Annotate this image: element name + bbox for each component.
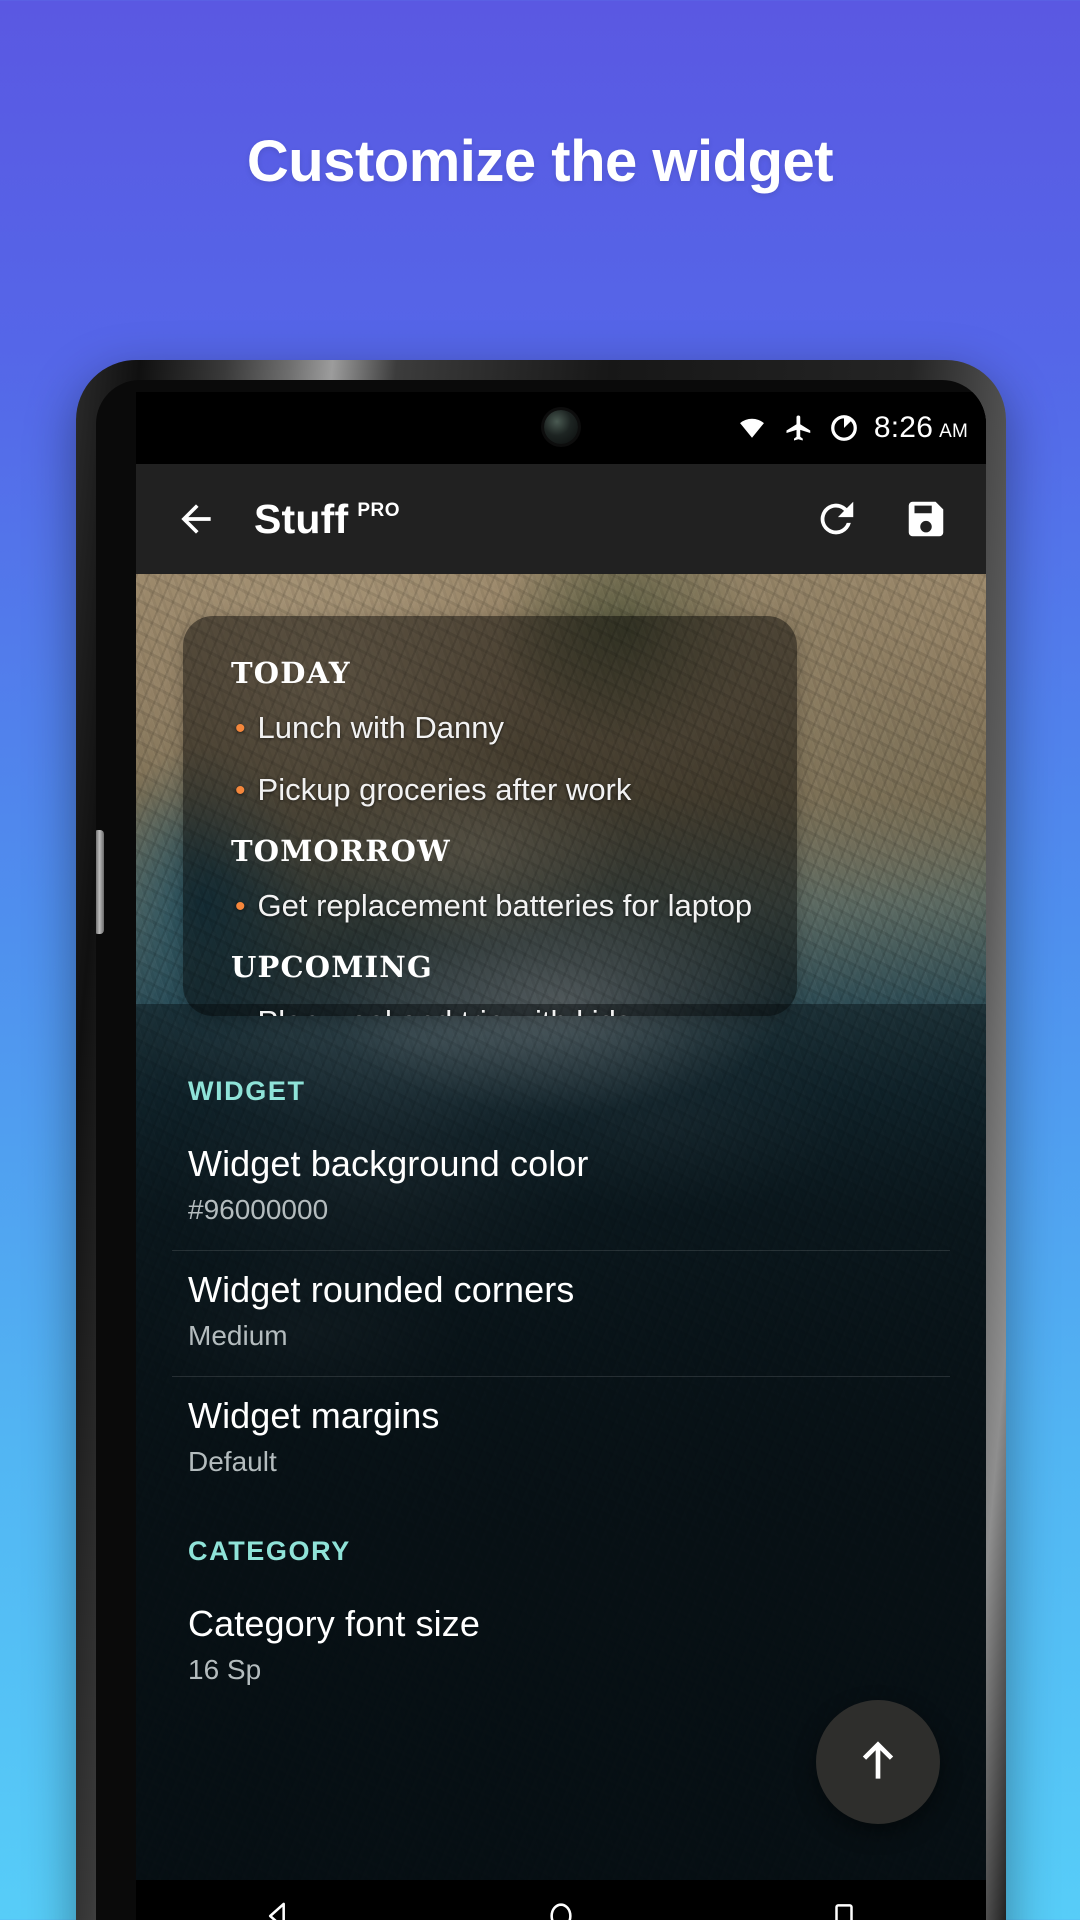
setting-value: Default bbox=[188, 1446, 277, 1477]
widget-group-header: TOMORROW bbox=[231, 834, 451, 868]
setting-title: Widget background color bbox=[188, 1143, 589, 1184]
clock-ampm: AM bbox=[939, 421, 968, 442]
setting-value: Medium bbox=[188, 1320, 288, 1351]
front-camera-icon bbox=[544, 410, 578, 444]
airplane-mode-icon bbox=[784, 413, 814, 443]
setting-row-widget-background-color[interactable]: Widget background color #96000000 bbox=[136, 1125, 986, 1250]
bullet-icon: • bbox=[235, 890, 246, 923]
status-bar: 8:26 AM bbox=[136, 392, 986, 464]
phone-mockup: 8:26 AM Stuff PRO TODAY • Lunch with Dan… bbox=[76, 360, 1006, 1920]
clock-time: 8:26 bbox=[873, 411, 934, 444]
android-back-button[interactable] bbox=[233, 1880, 323, 1920]
bullet-icon: • bbox=[235, 712, 246, 745]
widget-task-label: Pickup groceries after work bbox=[257, 772, 632, 807]
save-icon[interactable] bbox=[894, 487, 958, 551]
battery-circle-icon bbox=[829, 413, 859, 443]
page-title: Customize the widget bbox=[246, 129, 834, 194]
setting-row-category-font-size[interactable]: Category font size 16 Sp bbox=[136, 1585, 986, 1710]
status-bar-clock: 8:26 AM bbox=[874, 411, 968, 445]
setting-row-widget-rounded-corners[interactable]: Widget rounded corners Medium bbox=[136, 1251, 986, 1376]
phone-screen: 8:26 AM Stuff PRO TODAY • Lunch with Dan… bbox=[136, 392, 986, 1920]
setting-row-widget-margins[interactable]: Widget margins Default bbox=[136, 1377, 986, 1502]
widget-task-item: • Pickup groceries after work bbox=[235, 772, 797, 808]
android-home-button[interactable] bbox=[516, 1880, 606, 1920]
settings-screen: TODAY • Lunch with Danny • Pickup grocer… bbox=[136, 574, 986, 1920]
app-title: Stuff PRO bbox=[254, 496, 400, 543]
setting-title: Widget margins bbox=[188, 1395, 440, 1436]
wifi-icon bbox=[735, 415, 769, 441]
setting-title: Category font size bbox=[188, 1603, 480, 1644]
widget-task-item: • Get replacement batteries for laptop bbox=[235, 888, 797, 924]
widget-task-item: • Plan weekend trip with kids bbox=[235, 1004, 797, 1016]
bullet-icon: • bbox=[235, 774, 246, 807]
scroll-to-top-button[interactable] bbox=[816, 1700, 940, 1824]
widget-preview-card[interactable]: TODAY • Lunch with Danny • Pickup grocer… bbox=[183, 616, 797, 1016]
widget-group-header: UPCOMING bbox=[231, 950, 433, 984]
app-title-text: Stuff bbox=[254, 495, 349, 542]
widget-task-label: Get replacement batteries for laptop bbox=[257, 888, 753, 923]
refresh-icon[interactable] bbox=[804, 487, 868, 551]
app-bar: Stuff PRO bbox=[136, 464, 986, 574]
android-navigation-bar bbox=[136, 1880, 986, 1920]
setting-value: #96000000 bbox=[188, 1194, 329, 1225]
widget-task-label: Lunch with Danny bbox=[257, 710, 504, 745]
widget-task-item: • Lunch with Danny bbox=[235, 710, 797, 746]
android-recents-button[interactable] bbox=[799, 1880, 889, 1920]
camera-notch bbox=[411, 392, 711, 454]
section-header-category: CATEGORY bbox=[188, 1536, 351, 1566]
arrow-up-icon bbox=[850, 1732, 906, 1793]
setting-value: 16 Sp bbox=[188, 1654, 262, 1685]
section-header-widget: WIDGET bbox=[188, 1076, 306, 1106]
widget-task-label: Plan weekend trip with kids bbox=[258, 1004, 632, 1016]
power-button bbox=[96, 830, 104, 934]
phone-bezel: 8:26 AM Stuff PRO TODAY • Lunch with Dan… bbox=[96, 380, 986, 1920]
back-arrow-icon[interactable] bbox=[164, 487, 228, 551]
bullet-icon: • bbox=[235, 1008, 246, 1017]
widget-group-header: TODAY bbox=[231, 656, 351, 690]
pro-badge: PRO bbox=[357, 499, 401, 521]
setting-title: Widget rounded corners bbox=[188, 1269, 575, 1310]
